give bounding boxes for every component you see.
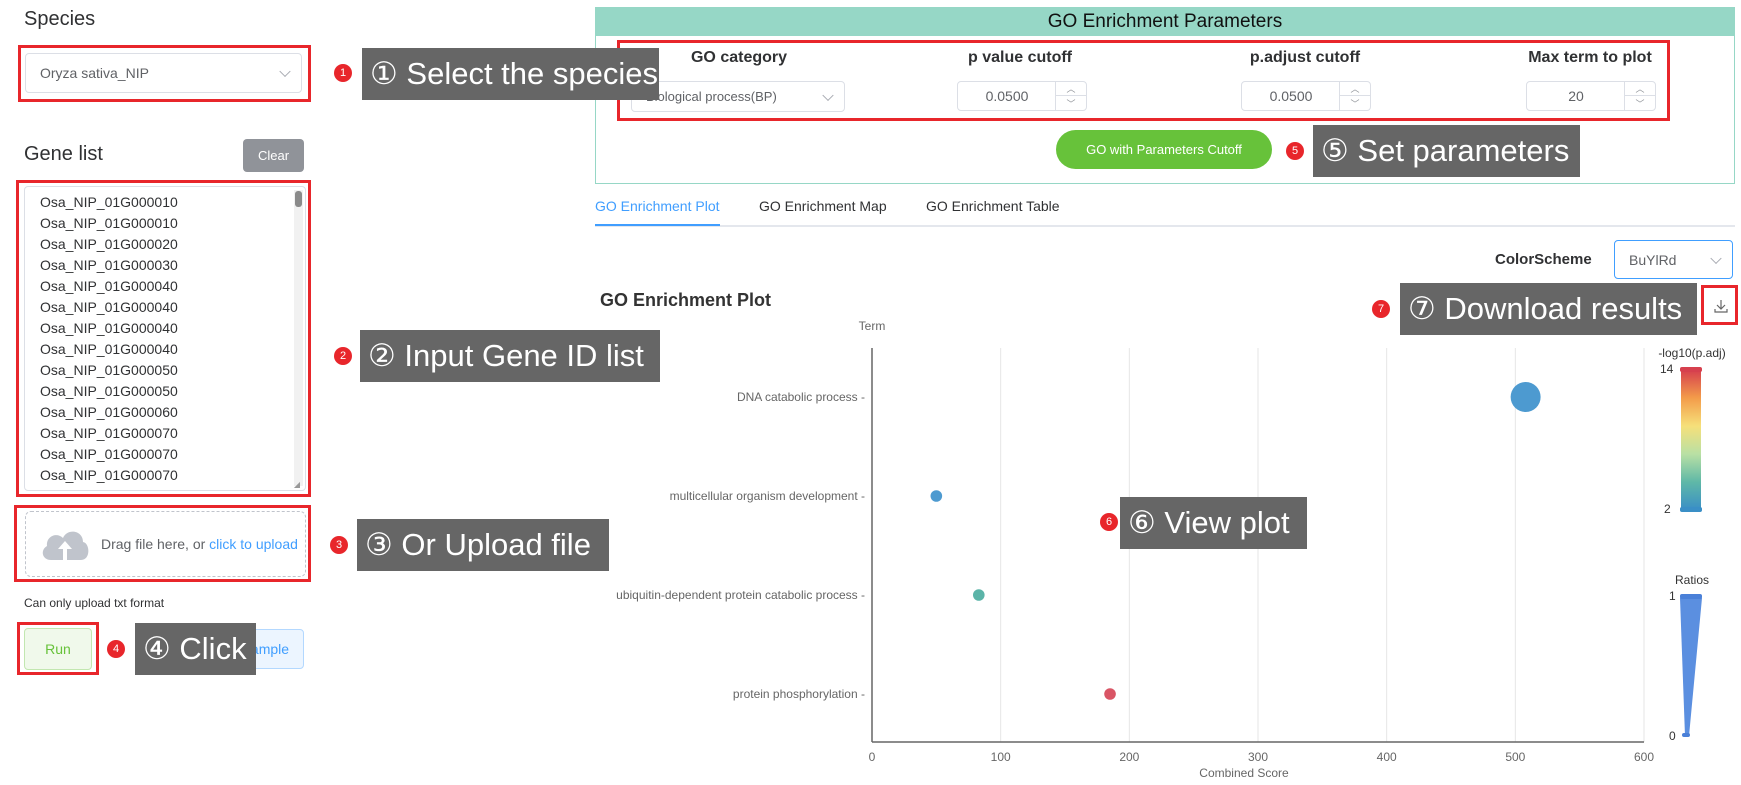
- step-number-badge: 2: [334, 347, 352, 365]
- size-legend-max: 1: [1669, 589, 1676, 603]
- y-tick-label: multicellular organism development -: [670, 489, 865, 503]
- x-tick-label: 100: [991, 750, 1011, 764]
- x-tick-label: 600: [1634, 750, 1654, 764]
- y-tick-label: DNA catabolic process -: [737, 390, 865, 404]
- step-callout: ⑦ Download results: [1400, 283, 1697, 335]
- data-point[interactable]: [1510, 382, 1541, 412]
- step-callout: ④ Click: [135, 623, 256, 675]
- size-legend-handle-top[interactable]: [1680, 594, 1702, 599]
- size-legend-shape: [1680, 598, 1702, 736]
- go-enrichment-chart: 0 100 200 300 400 500 600 Combined Score Term DNA…: [616, 319, 1726, 780]
- data-point[interactable]: [1104, 688, 1116, 700]
- data-point[interactable]: [930, 490, 943, 502]
- x-tick-label: 300: [1248, 750, 1268, 764]
- x-tick-label: 0: [869, 750, 876, 764]
- step-number-badge: 3: [330, 536, 348, 554]
- color-legend-handle-bottom[interactable]: [1680, 507, 1702, 512]
- x-tick-label: 400: [1377, 750, 1397, 764]
- step-callout: ③ Or Upload file: [357, 519, 609, 571]
- step-callout: ① Select the species: [362, 48, 659, 100]
- size-legend-min: 0: [1669, 729, 1676, 743]
- step-number-badge: 1: [334, 64, 352, 82]
- y-axis-title: Term: [859, 319, 886, 333]
- step-callout: ⑤ Set parameters: [1313, 125, 1580, 177]
- step-number-badge: 6: [1100, 513, 1118, 531]
- data-point[interactable]: [972, 589, 985, 601]
- x-tick-label: 500: [1505, 750, 1525, 764]
- size-legend-title: Ratios: [1675, 573, 1709, 587]
- x-axis-title: Combined Score: [1199, 766, 1289, 780]
- y-tick-label: ubiquitin-dependent protein catabolic pr…: [616, 588, 865, 602]
- step-number-badge: 7: [1372, 300, 1390, 318]
- color-legend-bar: [1681, 370, 1701, 510]
- step-callout: ⑥ View plot: [1120, 497, 1307, 549]
- step-number-badge: 4: [107, 640, 125, 658]
- size-legend-handle-bottom[interactable]: [1682, 733, 1690, 737]
- color-legend-min: 2: [1664, 502, 1671, 516]
- y-tick-label: protein phosphorylation -: [733, 687, 865, 701]
- step-number-badge: 5: [1286, 142, 1304, 160]
- x-tick-label: 200: [1119, 750, 1139, 764]
- color-legend-title: -log10(p.adj): [1658, 346, 1725, 360]
- color-legend-handle-top[interactable]: [1680, 367, 1702, 372]
- color-legend-max: 14: [1660, 362, 1674, 376]
- step-callout: ② Input Gene ID list: [360, 330, 660, 382]
